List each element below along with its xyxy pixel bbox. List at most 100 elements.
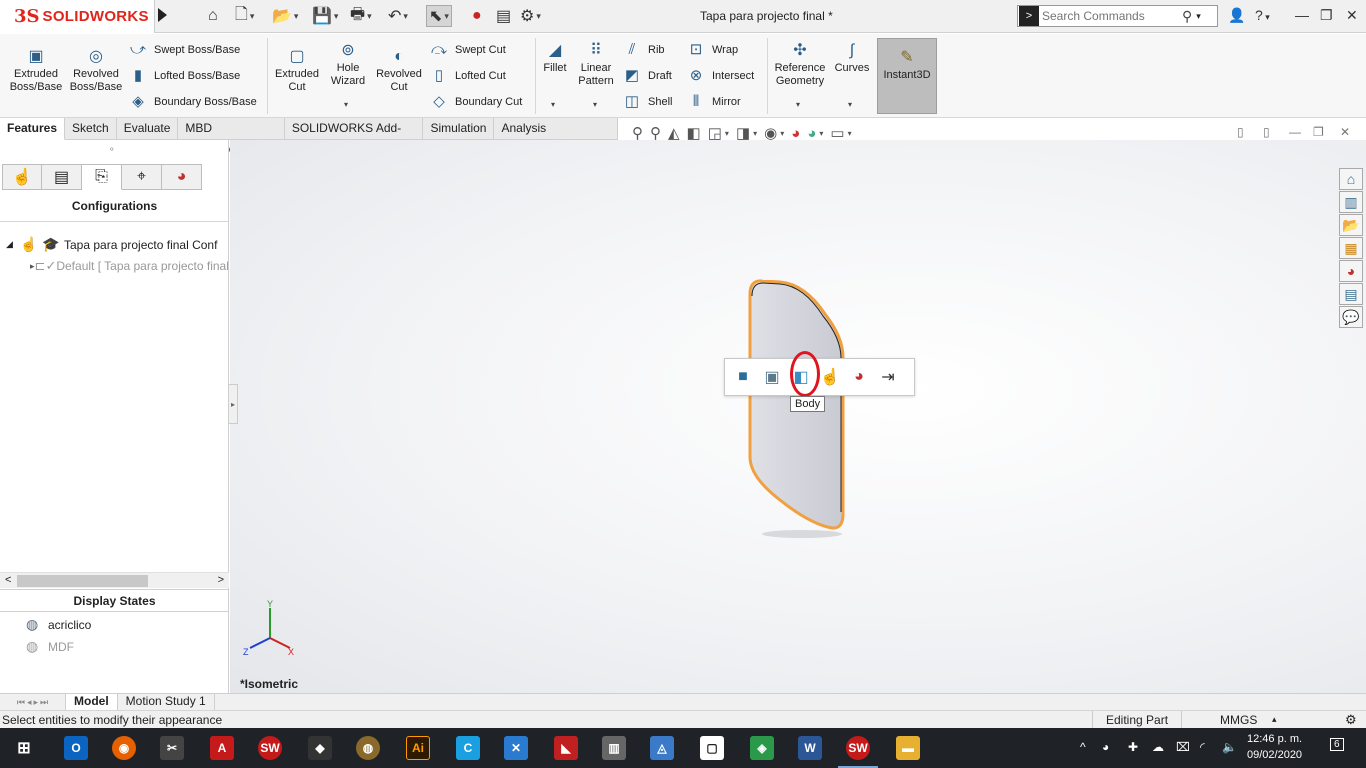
tab-analysis-preparation[interactable]: Analysis Preparation: [494, 118, 618, 156]
app-taskbar-icon[interactable]: ◍: [356, 736, 380, 760]
display-state-item[interactable]: ◍ acriclico: [26, 616, 91, 633]
solidworks-logo[interactable]: 3S SOLIDWORKS: [0, 0, 155, 33]
viewport-tile-left-icon[interactable]: ▯: [1237, 125, 1244, 139]
tab-solidworks-addins[interactable]: SOLIDWORKS Add-Ins: [284, 118, 424, 156]
part-appearance-icon[interactable]: ☝: [820, 367, 840, 387]
dropdown-icon[interactable]: ▾: [753, 129, 757, 138]
collapse-arrow-icon[interactable]: ◢: [6, 239, 20, 250]
shell-button[interactable]: ◫ Shell: [622, 93, 673, 111]
tray-app-icon[interactable]: ◕: [1102, 740, 1109, 754]
curves-button[interactable]: ∫ Curves: [832, 42, 872, 75]
search-icon[interactable]: ⚲: [1182, 8, 1192, 25]
view-orientation-icon[interactable]: ◨: [736, 124, 750, 142]
word-icon[interactable]: W: [798, 736, 822, 760]
app-taskbar-icon[interactable]: ▥: [602, 736, 626, 760]
app-taskbar-icon[interactable]: ◆: [308, 736, 332, 760]
reference-geometry-button[interactable]: ✣ Reference Geometry: [771, 42, 829, 88]
new-document-icon[interactable]: 🗋 ▾: [235, 5, 254, 27]
illustrator-icon[interactable]: Ai: [406, 736, 430, 760]
forum-icon[interactable]: 💬: [1339, 306, 1363, 328]
instant3d-button[interactable]: ✎ Instant3D: [877, 38, 937, 114]
rebuild-traffic-light-icon[interactable]: ●: [472, 5, 482, 27]
tray-app-icon[interactable]: ⌧: [1176, 740, 1190, 754]
tab-features[interactable]: Features: [0, 118, 66, 140]
unit-system-dropdown-icon[interactable]: ▴: [1272, 714, 1277, 725]
zoom-to-fit-icon[interactable]: ⚲: [632, 124, 643, 142]
scrollbar-thumb[interactable]: [17, 575, 148, 587]
boundary-cut-button[interactable]: ◇ Boundary Cut: [429, 93, 522, 111]
curves-dropdown-icon[interactable]: ▾: [848, 100, 852, 109]
prev-tab-icon[interactable]: ◂: [27, 697, 32, 708]
options-gear-icon[interactable]: ⚙ ▾: [520, 5, 541, 27]
dropdown-icon[interactable]: ▾: [780, 129, 784, 138]
wifi-icon[interactable]: ◜: [1200, 740, 1205, 754]
viewport-minimize-icon[interactable]: —: [1289, 125, 1301, 139]
linear-pattern-dropdown-icon[interactable]: ▾: [593, 100, 597, 109]
display-manager-tab-icon[interactable]: ◕: [162, 164, 202, 190]
feature-manager-tab-icon[interactable]: ☝: [2, 164, 42, 190]
menu-expand-arrow-icon[interactable]: [158, 8, 167, 22]
revolved-boss-button[interactable]: ◎ Revolved Boss/Base: [68, 48, 124, 94]
dimxpert-manager-tab-icon[interactable]: ⌖: [122, 164, 162, 190]
pane-splitter-grip-icon[interactable]: ⚬: [108, 144, 116, 155]
solidworks-2019-icon[interactable]: SW: [258, 736, 282, 760]
search-dropdown-icon[interactable]: ▾: [1196, 11, 1201, 22]
close-icon[interactable]: ✕: [1346, 7, 1358, 24]
viewport-restore-icon[interactable]: ❐: [1313, 125, 1324, 139]
configuration-manager-tab-icon[interactable]: ⎘: [82, 164, 122, 190]
tab-motion-study[interactable]: Motion Study 1: [118, 694, 215, 710]
autocad-icon[interactable]: A: [210, 736, 234, 760]
print-icon[interactable]: 🖶 ▾: [350, 5, 372, 27]
mirror-button[interactable]: ⫴ Mirror: [686, 93, 741, 111]
first-tab-icon[interactable]: ⏮: [17, 697, 25, 708]
extruded-boss-button[interactable]: ▣ Extruded Boss/Base: [8, 48, 64, 94]
app-c-icon[interactable]: C: [456, 736, 480, 760]
scroll-left-icon[interactable]: <: [5, 574, 11, 586]
last-tab-icon[interactable]: ⏭: [40, 697, 48, 708]
config-tree-default[interactable]: ▸ ⊏ ✓ Default [ Tapa para projecto final…: [30, 258, 228, 274]
swept-boss-button[interactable]: ⤻ Swept Boss/Base: [128, 41, 240, 59]
tab-sketch[interactable]: Sketch: [65, 118, 117, 140]
config-tree-root[interactable]: ◢ ☝ 🎓 Tapa para projecto final Conf: [6, 236, 228, 253]
app-taskbar-icon[interactable]: ◬: [650, 736, 674, 760]
extruded-cut-button[interactable]: ▢ Extruded Cut: [271, 48, 323, 94]
solidworks-resources-icon[interactable]: ⌂: [1339, 168, 1363, 190]
user-icon[interactable]: 👤: [1228, 7, 1245, 24]
tab-mbd-dimensions[interactable]: MBD Dimensions: [178, 118, 285, 156]
unit-system[interactable]: MMGS: [1220, 713, 1257, 727]
hole-wizard-dropdown-icon[interactable]: ▾: [344, 100, 348, 109]
draft-button[interactable]: ◩ Draft: [622, 67, 672, 85]
intersect-button[interactable]: ⊗ Intersect: [686, 67, 754, 85]
app-taskbar-icon[interactable]: ✂: [160, 736, 184, 760]
viewport-close-icon[interactable]: ✕: [1340, 125, 1350, 139]
tray-app-icon[interactable]: ✚: [1128, 740, 1138, 754]
scroll-right-icon[interactable]: >: [218, 574, 224, 586]
search-input[interactable]: [1042, 9, 1182, 23]
dropdown-icon[interactable]: ▾: [819, 129, 823, 138]
zoom-to-area-icon[interactable]: ⚲: [650, 124, 661, 142]
display-state-item[interactable]: ◍ MDF: [26, 638, 74, 655]
system-clock[interactable]: 12:46 p. m. 09/02/2020: [1247, 731, 1302, 763]
appearances-scenes-icon[interactable]: ◕: [1339, 260, 1363, 282]
viewport-tile-right-icon[interactable]: ▯: [1263, 125, 1270, 139]
horizontal-scrollbar[interactable]: < >: [0, 572, 229, 588]
onedrive-icon[interactable]: ☁: [1152, 740, 1164, 754]
app-taskbar-icon[interactable]: ▢: [700, 736, 724, 760]
swept-cut-button[interactable]: ⤼ Swept Cut: [429, 41, 506, 59]
rib-button[interactable]: ⫽ Rib: [622, 41, 665, 59]
show-hidden-icons-icon[interactable]: ^: [1080, 740, 1086, 754]
pin-icon[interactable]: ⇥: [878, 367, 898, 387]
hide-show-items-icon[interactable]: ◕: [791, 125, 800, 142]
next-tab-icon[interactable]: ▸: [34, 697, 39, 708]
collapse-pane-handle-icon[interactable]: ▸: [229, 384, 238, 424]
section-view-icon[interactable]: ◧: [687, 124, 701, 142]
custom-properties-icon[interactable]: ▤: [1339, 283, 1363, 305]
property-manager-tab-icon[interactable]: ▤: [42, 164, 82, 190]
app-taskbar-icon[interactable]: ◣: [554, 736, 578, 760]
windows-start-icon[interactable]: ⊞: [12, 736, 36, 760]
tab-scroll-arrows[interactable]: ⏮ ◂ ▸ ⏭: [0, 694, 66, 710]
apply-scene-icon[interactable]: ▭: [830, 124, 844, 142]
dropdown-icon[interactable]: ▾: [848, 129, 852, 138]
reference-geometry-dropdown-icon[interactable]: ▾: [796, 100, 800, 109]
notification-center-icon[interactable]: 6: [1330, 738, 1344, 751]
